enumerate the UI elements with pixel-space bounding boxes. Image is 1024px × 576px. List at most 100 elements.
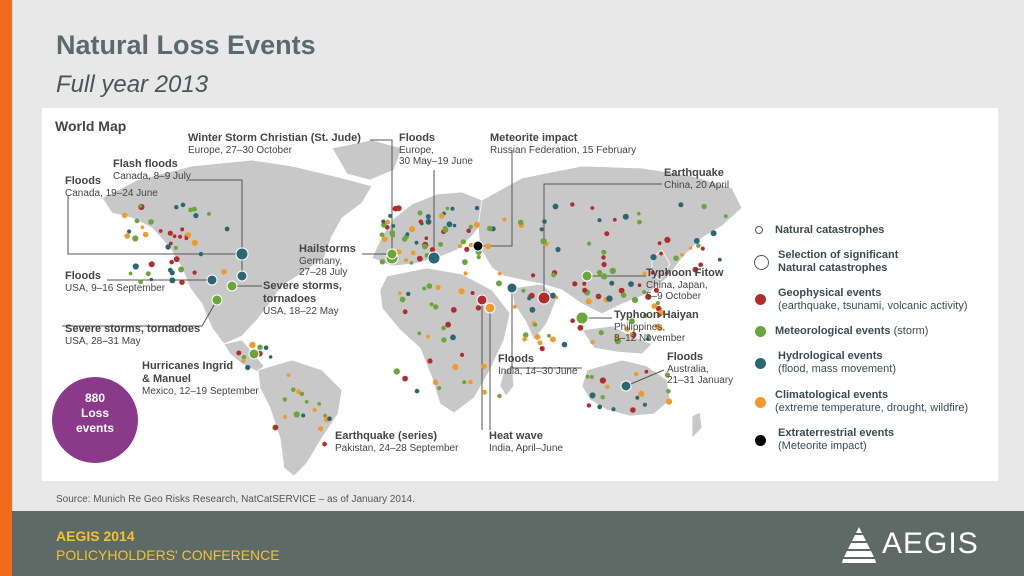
event-dot	[555, 246, 561, 253]
significant-event-dot	[484, 302, 496, 314]
event-dot	[521, 288, 526, 293]
event-dot	[385, 219, 391, 225]
event-title: & Manuel	[142, 373, 191, 385]
label-severe-storms-usa-may18: Severe storms, tornadoes USA, 18–22 May	[263, 280, 342, 317]
event-dot	[457, 244, 463, 249]
event-dot	[561, 341, 568, 348]
event-detail: USA, 9–16 September	[65, 283, 166, 294]
event-dot	[609, 267, 616, 275]
event-dot	[470, 291, 475, 295]
event-dot	[381, 219, 386, 224]
legend-desc: (extreme temperature, drought, wildfire)	[775, 402, 969, 414]
label-winter-storm-christian: Winter Storm Christian (St. Jude) Europe…	[188, 132, 361, 156]
event-dot	[696, 243, 701, 248]
event-dot	[606, 295, 613, 302]
event-dot	[598, 330, 604, 336]
event-detail: Philippines,	[614, 322, 666, 333]
event-title: Heat wave	[489, 430, 543, 442]
event-dot	[427, 358, 433, 364]
label-floods-australia: Floods Australia, 21–31 January	[667, 351, 733, 386]
event-dot	[570, 318, 575, 323]
event-dot	[673, 255, 679, 261]
event-dot	[418, 219, 423, 224]
event-detail: India, 14–30 June	[498, 366, 578, 377]
event-dot	[460, 239, 466, 245]
event-title: Flash floods	[113, 158, 178, 170]
legend-label: Natural catastrophes	[778, 262, 888, 274]
india-shape	[511, 283, 558, 341]
event-dot	[263, 345, 269, 351]
event-dot	[650, 254, 657, 261]
legend-label: Natural catastrophes	[775, 224, 885, 236]
label-severe-storms-usa-may28: Severe storms, tornadoes USA, 28–31 May	[65, 323, 200, 347]
event-dot	[167, 230, 173, 236]
event-dot	[441, 337, 447, 343]
event-dot	[403, 258, 409, 263]
significant-event-dot	[472, 240, 484, 252]
legend-natural: Natural catastrophes	[775, 224, 884, 237]
event-title: Floods	[667, 351, 704, 363]
event-dot	[452, 363, 459, 371]
event-dot	[138, 204, 143, 208]
new-zealand-shape	[691, 411, 703, 439]
event-dot	[586, 403, 592, 408]
event-dot	[432, 379, 439, 386]
event-dot	[570, 202, 575, 207]
event-dot	[291, 387, 296, 393]
event-dot	[600, 395, 605, 400]
event-dot	[599, 377, 607, 384]
event-dot	[301, 413, 306, 418]
event-dot	[452, 223, 457, 228]
event-title: Winter Storm Christian (St. Jude)	[188, 132, 361, 144]
event-dot	[462, 380, 467, 385]
event-dot	[450, 206, 455, 211]
event-dot	[318, 426, 324, 432]
event-dot	[409, 261, 414, 265]
event-dot	[140, 225, 145, 230]
event-dot	[127, 229, 132, 234]
event-dot	[597, 218, 602, 223]
map-panel: World Map Winter Storm Christian (St. Ju…	[42, 108, 998, 481]
event-dot	[392, 205, 399, 212]
legend-extraterrestrial: Extraterrestrial events (Meteorite impac…	[778, 427, 894, 453]
significant-event-dot	[581, 270, 593, 282]
event-dot	[637, 211, 641, 216]
significant-event-dot	[248, 348, 260, 360]
event-dot	[388, 213, 393, 218]
event-dot	[466, 228, 472, 234]
event-dot	[416, 255, 423, 262]
event-title: Severe storms,	[263, 280, 342, 292]
event-dot	[402, 236, 408, 242]
event-dot	[552, 203, 559, 210]
event-dot	[425, 218, 432, 225]
event-dot	[188, 207, 194, 213]
event-dot	[665, 398, 673, 405]
legend-ext-dot-icon	[755, 435, 766, 446]
event-dot	[221, 269, 227, 275]
event-dot	[442, 226, 449, 233]
event-dot	[601, 255, 606, 260]
event-dot	[487, 225, 493, 232]
event-dot	[497, 271, 502, 276]
event-dot	[169, 277, 176, 284]
event-dot	[317, 402, 322, 406]
event-dot	[424, 236, 429, 240]
page-title: Natural Loss Events	[56, 30, 316, 60]
significant-event-dot	[575, 311, 589, 325]
event-dot	[590, 206, 595, 210]
label-meteorite-impact: Meteorite impact Russian Federation, 15 …	[490, 132, 636, 156]
significant-event-dot	[620, 380, 632, 392]
legend-label: Hydrological events	[778, 350, 883, 362]
event-dot	[596, 269, 603, 276]
event-dot	[224, 226, 230, 232]
legend-geo-dot-icon	[755, 294, 766, 305]
event-dot	[445, 206, 450, 211]
label-earthquake-pakistan: Earthquake (series) Pakistan, 24–28 Sept…	[335, 430, 458, 454]
event-dot	[585, 298, 592, 305]
event-dot	[635, 395, 640, 400]
label-typhoon-fitow: Typhoon Fitow China, Japan, 5–9 October	[646, 267, 723, 302]
event-dot	[132, 263, 139, 270]
legend-geophysical: Geophysical events (earthquake, tsunami,…	[778, 287, 968, 313]
event-dot	[172, 234, 177, 238]
event-dot	[282, 397, 288, 402]
